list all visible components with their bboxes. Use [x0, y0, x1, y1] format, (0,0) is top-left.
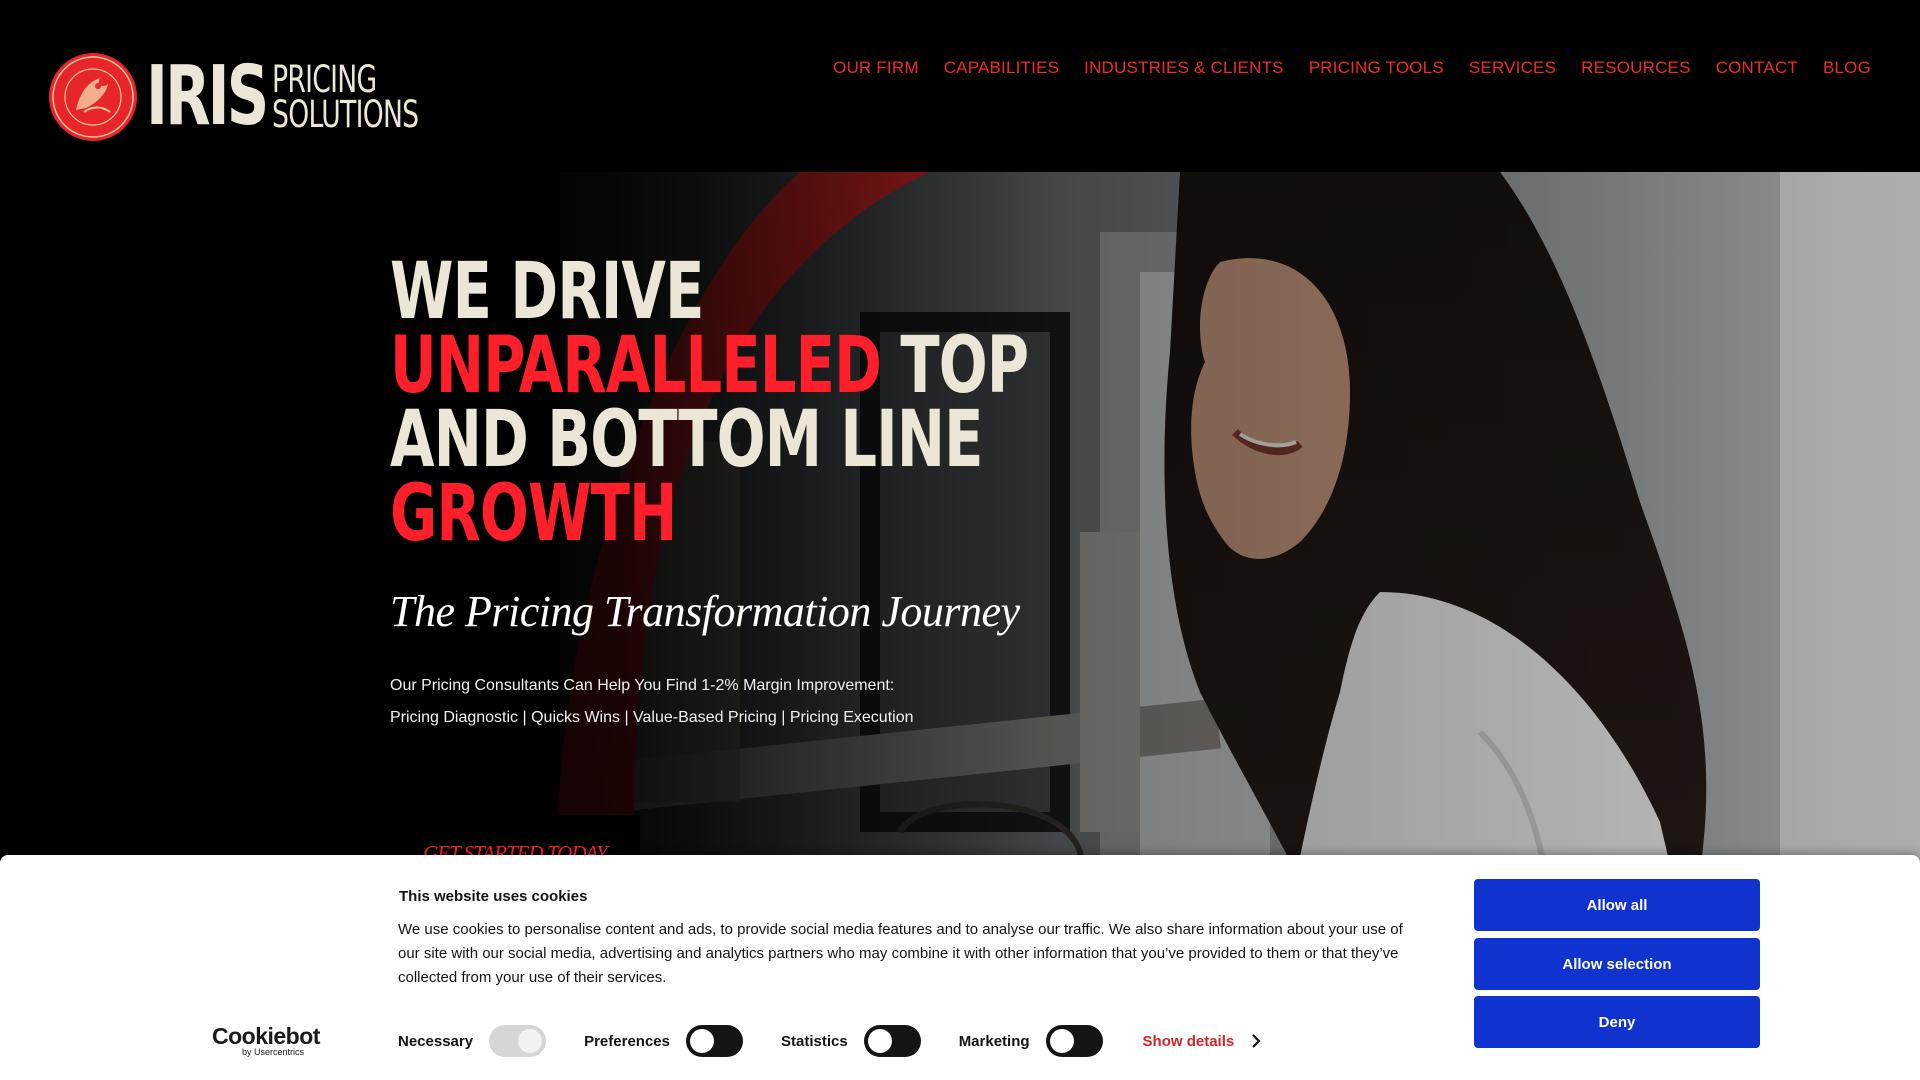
nav-contact[interactable]: CONTACT [1716, 58, 1798, 78]
cookie-consent-toggles: Necessary Preferences Statistics Marketi… [398, 1025, 1264, 1057]
logo-sub-pricing: PRICING [272, 58, 377, 101]
headline-line-1: WE DRIVE [390, 253, 1028, 331]
nav-our-firm[interactable]: OUR FIRM [833, 58, 919, 78]
site-logo[interactable]: IRIS PRICING SOLUTIONS [48, 52, 472, 142]
hero-description: Our Pricing Consultants Can Help You Fin… [390, 677, 914, 726]
show-details-label: Show details [1142, 1032, 1235, 1050]
show-details-link[interactable]: Show details [1143, 1033, 1265, 1050]
toggle-label-necessary: Necessary [398, 1032, 474, 1050]
toggle-preferences: Preferences [584, 1025, 743, 1057]
nav-blog[interactable]: BLOG [1823, 58, 1871, 78]
deny-button[interactable]: Deny [1474, 996, 1760, 1048]
cookie-description: We use cookies to personalise content an… [398, 921, 1403, 986]
logo-wordmark: IRIS [146, 49, 269, 144]
hero-tagline: The Pricing Transformation Journey [390, 587, 1020, 636]
headline-line-4: GROWTH [390, 475, 1028, 553]
headline-line-3: AND BOTTOM LINE [390, 401, 1028, 479]
chevron-right-icon [1252, 1034, 1261, 1048]
toggle-label-preferences: Preferences [584, 1032, 670, 1050]
cookiebot-logo[interactable]: Cookiebot by Usercentrics [212, 1023, 320, 1058]
nav-pricing-tools[interactable]: PRICING TOOLS [1309, 58, 1444, 78]
toggle-statistics: Statistics [781, 1025, 921, 1057]
site-header: IRIS PRICING SOLUTIONS OUR FIRM CAPABILI… [0, 0, 1920, 172]
headline-line-2: UNPARALLELED TOP [390, 327, 1029, 405]
hero-headline: WE DRIVE UNPARALLELED TOP AND BOTTOM LIN… [390, 253, 1168, 553]
cookie-banner: Cookiebot by Usercentrics This website u… [0, 855, 1920, 1080]
nav-resources[interactable]: RESOURCES [1581, 58, 1691, 78]
cookie-title: This website uses cookies [399, 888, 588, 905]
preferences-switch[interactable] [685, 1025, 743, 1057]
statistics-switch[interactable] [863, 1025, 921, 1057]
nav-services[interactable]: SERVICES [1469, 58, 1556, 78]
necessary-switch [489, 1025, 547, 1057]
allow-selection-button[interactable]: Allow selection [1474, 938, 1760, 990]
toggle-label-statistics: Statistics [780, 1032, 848, 1050]
allow-all-button[interactable]: Allow all [1474, 879, 1760, 931]
nav-industries-clients[interactable]: INDUSTRIES & CLIENTS [1084, 58, 1284, 78]
cookiebot-wordmark: Cookiebot [212, 1023, 320, 1049]
logo-sub-solutions: SOLUTIONS [272, 93, 419, 136]
marketing-switch[interactable] [1045, 1025, 1103, 1057]
nav-capabilities[interactable]: CAPABILITIES [944, 58, 1059, 78]
headline-text-growth: GROWTH [390, 469, 677, 559]
iris-seal-icon [49, 53, 137, 141]
toggle-marketing: Marketing [959, 1025, 1103, 1057]
main-nav: OUR FIRM CAPABILITIES INDUSTRIES & CLIEN… [833, 58, 1871, 78]
toggle-necessary: Necessary [398, 1025, 547, 1057]
toggle-label-marketing: Marketing [958, 1032, 1030, 1050]
